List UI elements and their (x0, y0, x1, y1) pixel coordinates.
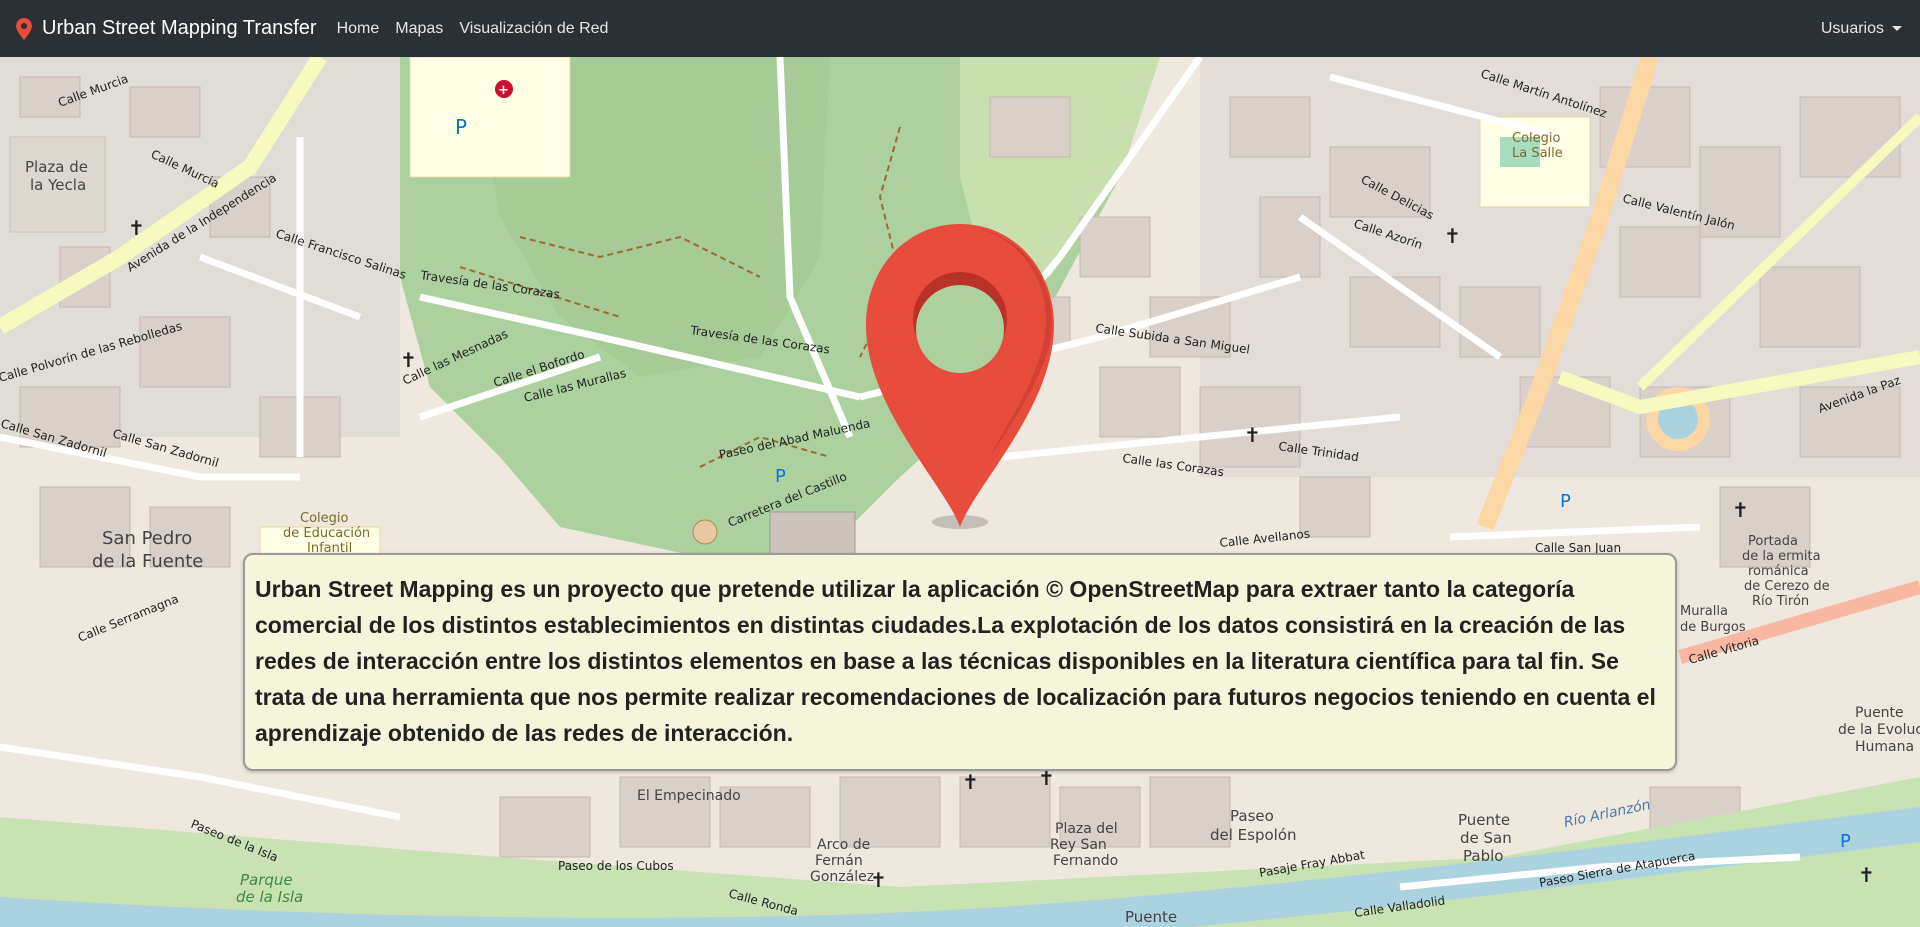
svg-text:Fernán: Fernán (815, 853, 863, 869)
svg-text:La Salle: La Salle (1512, 146, 1563, 161)
svg-text:de Cerezo de: de Cerezo de (1744, 579, 1830, 594)
svg-text:P: P (1840, 831, 1851, 852)
svg-text:Portada: Portada (1748, 534, 1798, 549)
nav-link-mapas[interactable]: Mapas (395, 20, 443, 38)
svg-text:Paseo de los Cubos: Paseo de los Cubos (558, 859, 674, 873)
svg-text:de San: de San (1460, 829, 1512, 847)
svg-text:Humana: Humana (1855, 739, 1914, 755)
svg-text:del Espolón: del Espolón (1210, 826, 1297, 844)
svg-text:✝: ✝ (1858, 863, 1875, 887)
svg-text:Colegio: Colegio (1512, 131, 1561, 146)
svg-text:Río Tirón: Río Tirón (1752, 594, 1809, 609)
svg-text:P: P (775, 466, 786, 487)
map-canvas[interactable]: + P Calle Murcia Calle Murcia Avenida de… (0, 57, 1920, 927)
svg-text:Arco de: Arco de (817, 837, 870, 853)
svg-text:de Burgos: de Burgos (1680, 620, 1746, 635)
svg-text:✝: ✝ (870, 868, 887, 892)
user-menu-label: Usuarios (1820, 19, 1884, 37)
caret-down-icon (1892, 26, 1902, 31)
svg-text:Muralla: Muralla (1680, 604, 1728, 619)
svg-text:Puente: Puente (1855, 705, 1904, 721)
svg-text:Plaza del: Plaza del (1055, 821, 1118, 837)
svg-text:San Pedro: San Pedro (102, 528, 192, 549)
svg-text:✝: ✝ (962, 770, 979, 794)
svg-text:✝: ✝ (1732, 498, 1749, 522)
user-menu-dropdown[interactable]: Usuarios (1821, 20, 1902, 38)
info-box: Urban Street Mapping es un proyecto que … (243, 553, 1677, 771)
svg-text:de la Evolución: de la Evolución (1838, 722, 1920, 738)
svg-text:Parque: Parque (240, 871, 293, 889)
svg-text:de la Fuente: de la Fuente (92, 551, 203, 572)
svg-text:Puente: Puente (1125, 908, 1177, 926)
svg-text:de la Isla: de la Isla (236, 888, 303, 906)
svg-text:El Empecinado: El Empecinado (637, 788, 741, 804)
brand[interactable]: Urban Street Mapping Transfer (14, 17, 317, 41)
brand-title: Urban Street Mapping Transfer (42, 17, 317, 39)
svg-text:✝: ✝ (1444, 224, 1461, 248)
svg-text:Rey San: Rey San (1050, 837, 1107, 853)
svg-text:González: González (810, 869, 874, 885)
svg-text:la Yecla: la Yecla (30, 176, 86, 194)
nav-link-home[interactable]: Home (337, 20, 380, 38)
svg-text:de la ermita: de la ermita (1742, 549, 1821, 564)
nav-link-visualizacion-red[interactable]: Visualización de Red (459, 20, 608, 38)
svg-text:Pablo: Pablo (1463, 847, 1503, 865)
map-view[interactable]: + P Calle Murcia Calle Murcia Avenida de… (0, 57, 1920, 927)
svg-text:✝: ✝ (400, 348, 417, 372)
svg-text:Puente: Puente (1458, 811, 1510, 829)
svg-text:P: P (1560, 491, 1571, 512)
svg-text:P: P (455, 115, 467, 139)
map-pin-icon (14, 17, 34, 41)
svg-text:✝: ✝ (128, 216, 145, 240)
svg-text:✝: ✝ (1244, 423, 1261, 447)
svg-text:Paseo: Paseo (1230, 807, 1274, 825)
svg-text:Plaza de: Plaza de (25, 158, 88, 176)
project-description: Urban Street Mapping es un proyecto que … (255, 576, 1656, 746)
navbar: Urban Street Mapping Transfer Home Mapas… (0, 0, 1920, 57)
svg-text:de Educación: de Educación (283, 526, 370, 541)
svg-text:Colegio: Colegio (300, 511, 349, 526)
svg-text:Fernando: Fernando (1053, 853, 1118, 869)
svg-text:románica: románica (1748, 564, 1809, 579)
svg-text:+: + (498, 83, 509, 98)
